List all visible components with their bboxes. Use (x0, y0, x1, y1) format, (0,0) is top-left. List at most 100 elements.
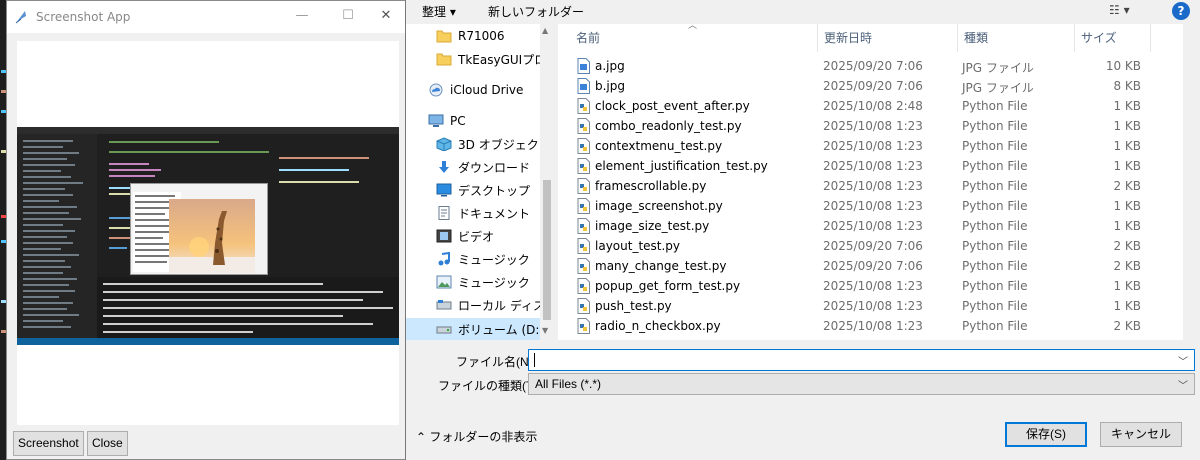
file-row[interactable]: framescrollable.py 2025/10/08 1:23 Pytho… (558, 176, 1158, 196)
nav-item-icloud-drive[interactable]: iCloud Drive (406, 79, 540, 101)
nav-item-videos[interactable]: ビデオ (406, 225, 540, 247)
file-row[interactable]: many_change_test.py 2025/09/20 7:06 Pyth… (558, 256, 1158, 276)
file-date: 2025/09/20 7:06 (823, 79, 923, 93)
nav-item-documents[interactable]: ドキュメント (406, 202, 540, 224)
text-caret (534, 353, 535, 367)
file-size: 2 KB (1113, 239, 1141, 253)
file-row[interactable]: b.jpg 2025/09/20 7:06 JPG ファイル 8 KB (558, 76, 1158, 96)
filename-label: ファイル名(N): (456, 355, 536, 369)
nav-scrollbar[interactable]: ▲ ▼ (540, 24, 554, 340)
file-list-scrollbar[interactable] (1183, 24, 1200, 340)
file-date: 2025/10/08 1:23 (823, 119, 923, 133)
file-row[interactable]: push_test.py 2025/10/08 1:23 Python File… (558, 296, 1158, 316)
chevron-down-icon[interactable]: ﹀ (1178, 353, 1188, 368)
nav-item-folder-r71006[interactable]: R71006 (406, 25, 540, 47)
file-size: 2 KB (1113, 259, 1141, 273)
file-date: 2025/10/08 1:23 (823, 299, 923, 313)
file-name: push_test.py (595, 299, 672, 313)
pictures-icon (436, 275, 452, 289)
screenshot-button[interactable]: Screenshot (13, 431, 84, 456)
nav-item-label: ミュージック (458, 275, 530, 290)
local-disk-icon (436, 298, 452, 312)
file-row[interactable]: image_size_test.py 2025/10/08 1:23 Pytho… (558, 216, 1158, 236)
file-type: Python File (962, 299, 1028, 313)
file-row[interactable]: popup_get_form_test.py 2025/10/08 1:23 P… (558, 276, 1158, 296)
file-row[interactable]: layout_test.py 2025/09/20 7:06 Python Fi… (558, 236, 1158, 256)
python-file-icon (577, 318, 590, 334)
captured-screenshot-image (17, 127, 399, 345)
folder-icon (436, 29, 452, 43)
file-name: element_justification_test.py (595, 159, 768, 173)
column-header-type[interactable]: 種類 (958, 24, 1075, 52)
column-header-size[interactable]: サイズ (1075, 24, 1151, 52)
view-options-icon[interactable]: ☷ ▾ (1109, 3, 1130, 17)
file-type: JPG ファイル (962, 61, 1034, 75)
nav-item-label: R71006 (458, 29, 505, 43)
column-header-name[interactable]: 名前 (570, 24, 818, 52)
title-bar: Screenshot App — ☐ ✕ (7, 1, 405, 33)
file-type: Python File (962, 219, 1028, 233)
nav-scrollbar-thumb[interactable] (543, 180, 551, 320)
file-name: b.jpg (595, 79, 625, 93)
file-type: JPG ファイル (962, 81, 1034, 95)
file-date: 2025/10/08 1:23 (823, 219, 923, 233)
window-title: Screenshot App (36, 10, 131, 24)
file-row[interactable]: element_justification_test.py 2025/10/08… (558, 156, 1158, 176)
file-type: Python File (962, 199, 1028, 213)
desktop-icon (436, 183, 452, 197)
help-icon[interactable]: ? (1172, 2, 1190, 20)
save-button[interactable]: 保存(S) (1005, 422, 1087, 447)
cancel-button[interactable]: キャンセル (1100, 422, 1182, 447)
file-row[interactable]: image_screenshot.py 2025/10/08 1:23 Pyth… (558, 196, 1158, 216)
nav-item-folder-tkeasygui[interactable]: TkEasyGUIプログレ (406, 48, 554, 70)
file-name: popup_get_form_test.py (595, 279, 741, 293)
nav-item-label: ダウンロード (458, 160, 531, 175)
jpg-file-icon (577, 78, 590, 94)
nav-item-pc[interactable]: PC (406, 110, 540, 132)
file-size: 1 KB (1113, 279, 1141, 293)
file-size: 1 KB (1113, 99, 1141, 113)
nav-item-label: ミュージック (458, 252, 530, 267)
pc-icon (428, 114, 444, 128)
scroll-down-icon[interactable]: ▼ (542, 326, 548, 335)
file-name: framescrollable.py (595, 179, 707, 193)
file-size: 2 KB (1113, 319, 1141, 333)
nav-item-volume-d[interactable]: ボリューム (D:) (406, 318, 544, 340)
nav-item-3d-objects[interactable]: 3D オブジェクト (406, 133, 551, 155)
column-header-date[interactable]: 更新日時 (818, 24, 958, 52)
file-row[interactable]: clock_post_event_after.py 2025/10/08 2:4… (558, 96, 1158, 116)
screenshot-app-window: Screenshot App — ☐ ✕ Screenshot Close (6, 0, 406, 460)
hide-folders-toggle[interactable]: ⌃ フォルダーの非表示 (416, 428, 537, 445)
filetype-select[interactable]: All Files (*.*) ﹀ (528, 373, 1195, 395)
filename-input[interactable]: ﹀ (528, 349, 1195, 371)
screenshot-preview-canvas (17, 41, 399, 425)
python-file-icon (577, 238, 590, 254)
volume-icon (436, 322, 452, 336)
nav-item-label: ドキュメント (458, 206, 531, 221)
file-row[interactable]: combo_readonly_test.py 2025/10/08 1:23 P… (558, 116, 1158, 136)
nav-item-local-disk-c[interactable]: ローカル ディスク (C (406, 294, 554, 316)
chevron-down-icon[interactable]: ﹀ (1178, 377, 1188, 392)
file-row[interactable]: radio_n_checkbox.py 2025/10/08 1:23 Pyth… (558, 316, 1158, 336)
nav-item-desktop[interactable]: デスクトップ (406, 179, 540, 201)
file-date: 2025/10/08 1:23 (823, 279, 923, 293)
save-file-dialog: 整理 ▾ 新しいフォルダー ☷ ▾ ? R71006 TkEasyGUIプログレ… (405, 0, 1200, 460)
nav-item-label: ビデオ (458, 229, 495, 244)
file-name: image_size_test.py (595, 219, 710, 233)
file-list: ︿ 名前 更新日時 種類 サイズ a.jpg 2025/09/20 7:06 J… (558, 24, 1200, 340)
close-button[interactable]: Close (87, 431, 128, 456)
nav-item-pictures[interactable]: ミュージック (406, 271, 540, 293)
minimize-button[interactable]: — (279, 1, 325, 33)
feather-app-icon (13, 9, 29, 25)
organize-menu[interactable]: 整理 ▾ (422, 3, 456, 20)
scroll-up-icon[interactable]: ▲ (542, 26, 548, 35)
close-window-button[interactable]: ✕ (363, 1, 409, 33)
file-name: clock_post_event_after.py (595, 99, 750, 113)
file-row[interactable]: a.jpg 2025/09/20 7:06 JPG ファイル 10 KB (558, 56, 1158, 76)
nav-item-downloads[interactable]: ダウンロード (406, 156, 540, 178)
file-row[interactable]: contextmenu_test.py 2025/10/08 1:23 Pyth… (558, 136, 1158, 156)
nav-item-music[interactable]: ミュージック (406, 248, 540, 270)
new-folder-button[interactable]: 新しいフォルダー (488, 3, 584, 20)
filetype-value: All Files (*.*) (535, 377, 602, 391)
file-size: 2 KB (1113, 179, 1141, 193)
